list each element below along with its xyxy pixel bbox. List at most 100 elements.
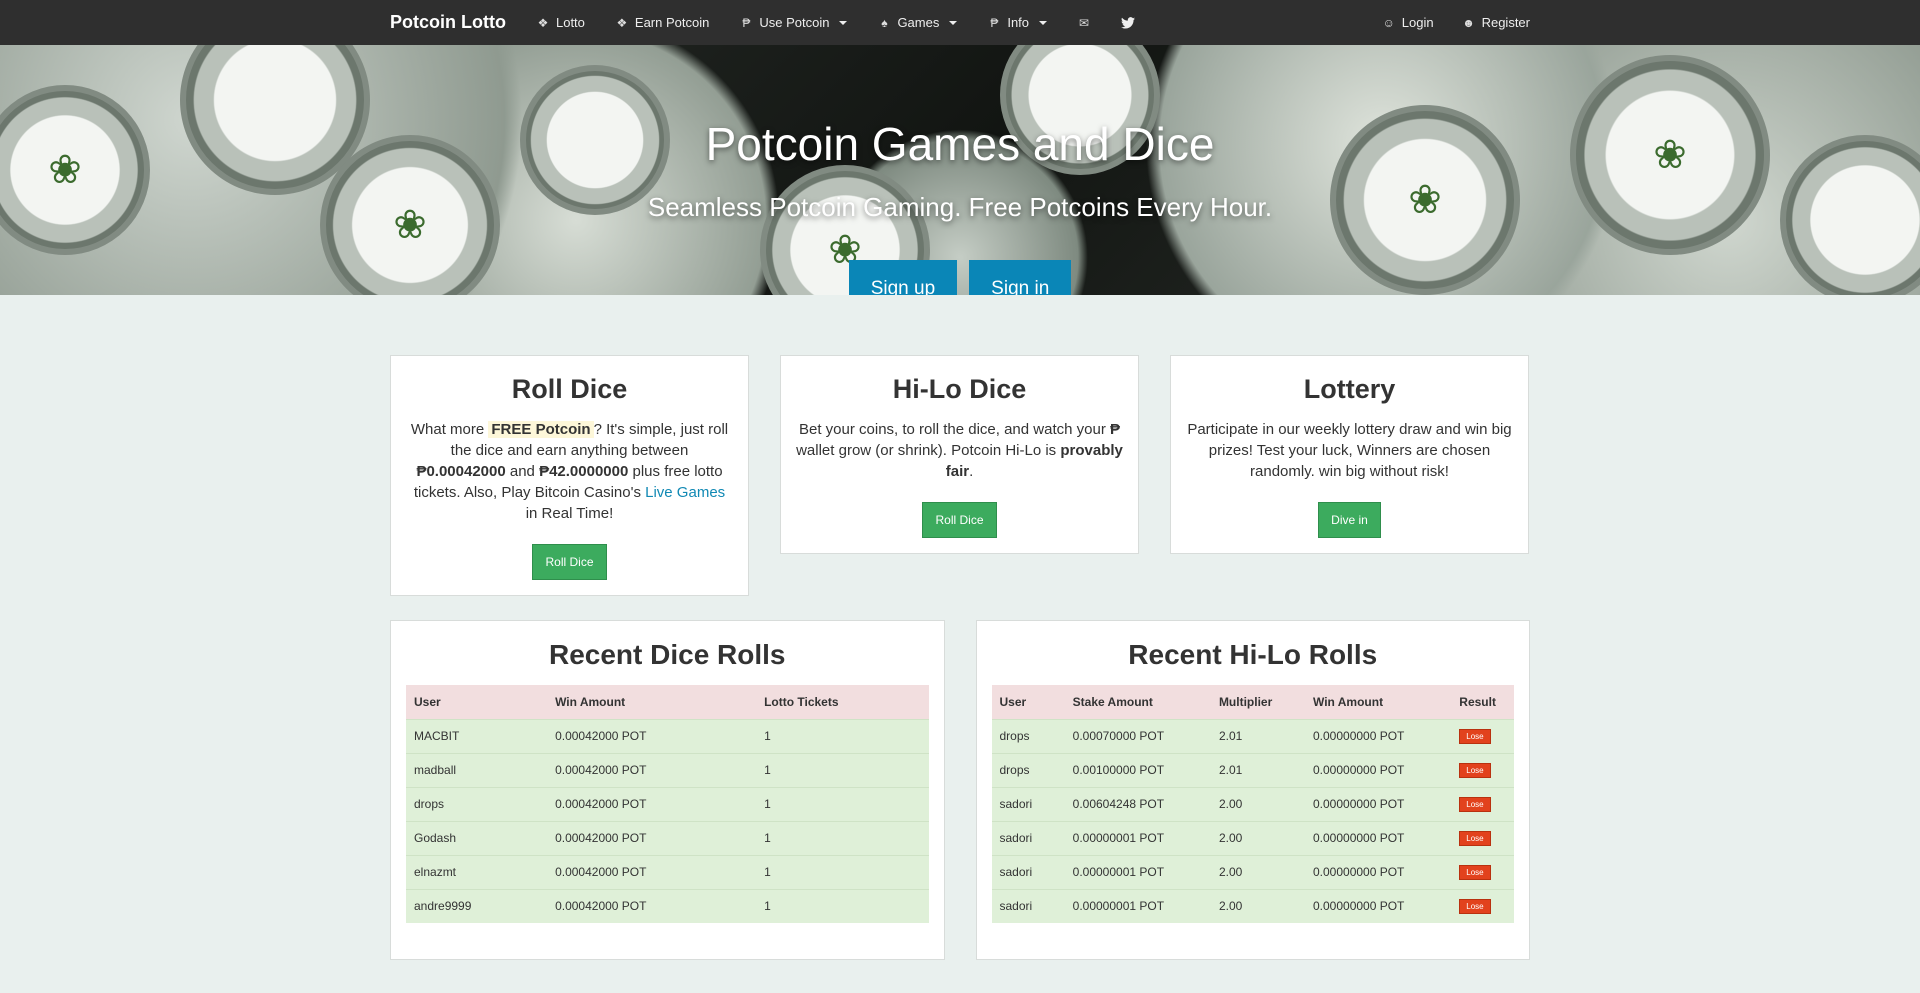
signup-button[interactable]: Sign up [848, 260, 958, 295]
cell: 1 [756, 786, 929, 821]
cell: 1 [756, 820, 929, 855]
recent-dice-table: User Win Amount Lotto Tickets MACBIT 0.00… [406, 685, 929, 923]
cell: 0.00000001 POT [1064, 820, 1211, 855]
cell: sadori [991, 888, 1065, 923]
signin-button[interactable]: Sign in [969, 260, 1072, 295]
cell: Lose [1451, 854, 1514, 889]
potcoin-icon: ₱ [742, 15, 751, 30]
header-win-amount: Win Amount [547, 685, 757, 719]
table-row: sadori 0.00000001 POT 2.00 0.00000000 POT Lo… [991, 888, 1514, 923]
nav-login[interactable]: ☺ Login [1382, 15, 1434, 30]
potcoin-symbol: ₱ [1109, 421, 1120, 438]
hilo-dice-card: Hi-Lo Dice Bet your coins, to roll the d… [780, 355, 1139, 554]
navbar-container: Potcoin Lotto ❖ Lotto ❖ Earn Potcoin ₱ U… [390, 0, 1530, 45]
lottery-description: Participate in our weekly lottery draw a… [1187, 421, 1512, 480]
nav-info-label: Info [1007, 15, 1030, 30]
hilo-dice-description: Bet your coins, to roll the dice, and wa… [796, 419, 1123, 482]
hilo-roll-dice-button[interactable]: Roll Dice [922, 502, 997, 538]
table-row: sadori 0.00000001 POT 2.00 0.00000000 POT Lo… [991, 820, 1514, 855]
cell: 0.00042000 POT [547, 854, 757, 889]
cell: 2.00 [1210, 888, 1305, 923]
min-amount: ₱0.00042000 [416, 463, 506, 480]
table-header-row: User Stake Amount Multiplier Win Amount … [991, 685, 1514, 719]
live-games-link[interactable]: Live Games [645, 484, 725, 501]
cell: sadori [991, 854, 1065, 889]
cell: drops [991, 752, 1065, 787]
table-row: madball 0.00042000 POT 1 [406, 752, 929, 787]
cell: Lose [1451, 888, 1514, 923]
nav-earn-potcoin-label: Earn Potcoin [634, 15, 710, 30]
recent-hilo-table: User Stake Amount Multiplier Win Amount … [991, 685, 1514, 923]
chevron-down-icon [949, 20, 958, 25]
nav-use-potcoin[interactable]: ₱ Use Potcoin [739, 15, 848, 30]
cell: 1 [756, 854, 929, 889]
cell: 0.00042000 POT [547, 786, 757, 821]
top-navbar: Potcoin Lotto ❖ Lotto ❖ Earn Potcoin ₱ U… [0, 0, 1920, 45]
recent-dice-title: Recent Dice Rolls [548, 639, 786, 670]
text: and [505, 463, 540, 480]
cell: 0.00000000 POT [1304, 820, 1452, 855]
envelope-icon: ✉ [1079, 15, 1090, 30]
nav-register-label: Register [1481, 15, 1530, 30]
table-row: drops 0.00100000 POT 2.01 0.00000000 POT Los… [991, 752, 1514, 787]
table-row: Godash 0.00042000 POT 1 [406, 820, 929, 855]
table-row: sadori 0.00604248 POT 2.00 0.00000000 POT Lo… [991, 786, 1514, 821]
cell: 2.01 [1210, 752, 1305, 787]
game-cards: Roll Dice What more FREE Potcoin? It's s… [390, 355, 1530, 596]
chevron-down-icon [1039, 20, 1048, 25]
cell: 0.00042000 POT [547, 718, 757, 753]
cell: sadori [991, 786, 1065, 821]
cell: Lose [1451, 786, 1514, 821]
cell: 0.00070000 POT [1064, 718, 1211, 753]
cell: Lose [1451, 718, 1514, 753]
cell: 0.00042000 POT [547, 888, 757, 923]
cell: 0.00604248 POT [1064, 786, 1211, 821]
nav-login-label: Login [1401, 15, 1434, 30]
roll-dice-title: Roll Dice [511, 374, 628, 404]
text: . [969, 463, 974, 480]
cell: 1 [756, 752, 929, 787]
nav-games[interactable]: ♠ Games [877, 15, 958, 30]
recent-hilo-title: Recent Hi-Lo Rolls [1128, 639, 1378, 670]
cell: andre9999 [406, 888, 548, 923]
cell: 1 [756, 888, 929, 923]
nav-info[interactable]: ₱ Info [987, 15, 1048, 30]
brand-logo[interactable]: Potcoin Lotto [390, 12, 506, 33]
nav-earn-potcoin[interactable]: ❖ Earn Potcoin [615, 15, 710, 30]
hero-subtitle: Seamless Potcoin Gaming. Free Potcoins E… [647, 192, 1273, 222]
cell: drops [991, 718, 1065, 753]
header-lotto-tickets: Lotto Tickets [756, 685, 929, 719]
roll-dice-button[interactable]: Roll Dice [532, 544, 607, 580]
hilo-dice-title: Hi-Lo Dice [892, 374, 1027, 404]
header-user: User [406, 685, 548, 719]
recent-dice-panel: Recent Dice Rolls User Win Amount Lotto … [390, 620, 945, 960]
table-row: MACBIT 0.00042000 POT 1 [406, 718, 929, 753]
table-row: sadori 0.00000001 POT 2.00 0.00000000 POT Lo… [991, 854, 1514, 889]
text: Bet your coins, to roll the dice, and wa… [798, 421, 1110, 438]
nav-games-label: Games [897, 15, 940, 30]
free-potcoin-highlight: FREE Potcoin [488, 421, 594, 438]
cell: drops [406, 786, 548, 821]
table-header-row: User Win Amount Lotto Tickets [406, 685, 929, 719]
header-win-amount: Win Amount [1304, 685, 1452, 719]
lose-badge: Lose [1459, 797, 1491, 812]
header-stake-amount: Stake Amount [1064, 685, 1211, 719]
lottery-title: Lottery [1303, 374, 1396, 404]
cell: Lose [1451, 820, 1514, 855]
gift-icon: ❖ [537, 15, 549, 30]
potcoin-icon: ₱ [990, 15, 999, 30]
cell: 1 [756, 718, 929, 753]
dive-in-button[interactable]: Dive in [1318, 502, 1381, 538]
text: wallet grow (or shrink). Potcoin Hi-Lo i… [796, 442, 1061, 459]
cell: Lose [1451, 752, 1514, 787]
cell: 0.00000000 POT [1304, 752, 1452, 787]
nav-lotto[interactable]: ❖ Lotto [536, 15, 585, 30]
cell: 2.00 [1210, 854, 1305, 889]
cell: 0.00100000 POT [1064, 752, 1211, 787]
nav-use-potcoin-label: Use Potcoin [759, 15, 830, 30]
nav-register[interactable]: ☻ Register [1462, 15, 1530, 30]
table-row: andre9999 0.00042000 POT 1 [406, 888, 929, 923]
nav-twitter[interactable] [1121, 16, 1136, 29]
nav-contact[interactable]: ✉ [1077, 16, 1091, 30]
hero-buttons: Sign up Sign in [0, 260, 1920, 295]
